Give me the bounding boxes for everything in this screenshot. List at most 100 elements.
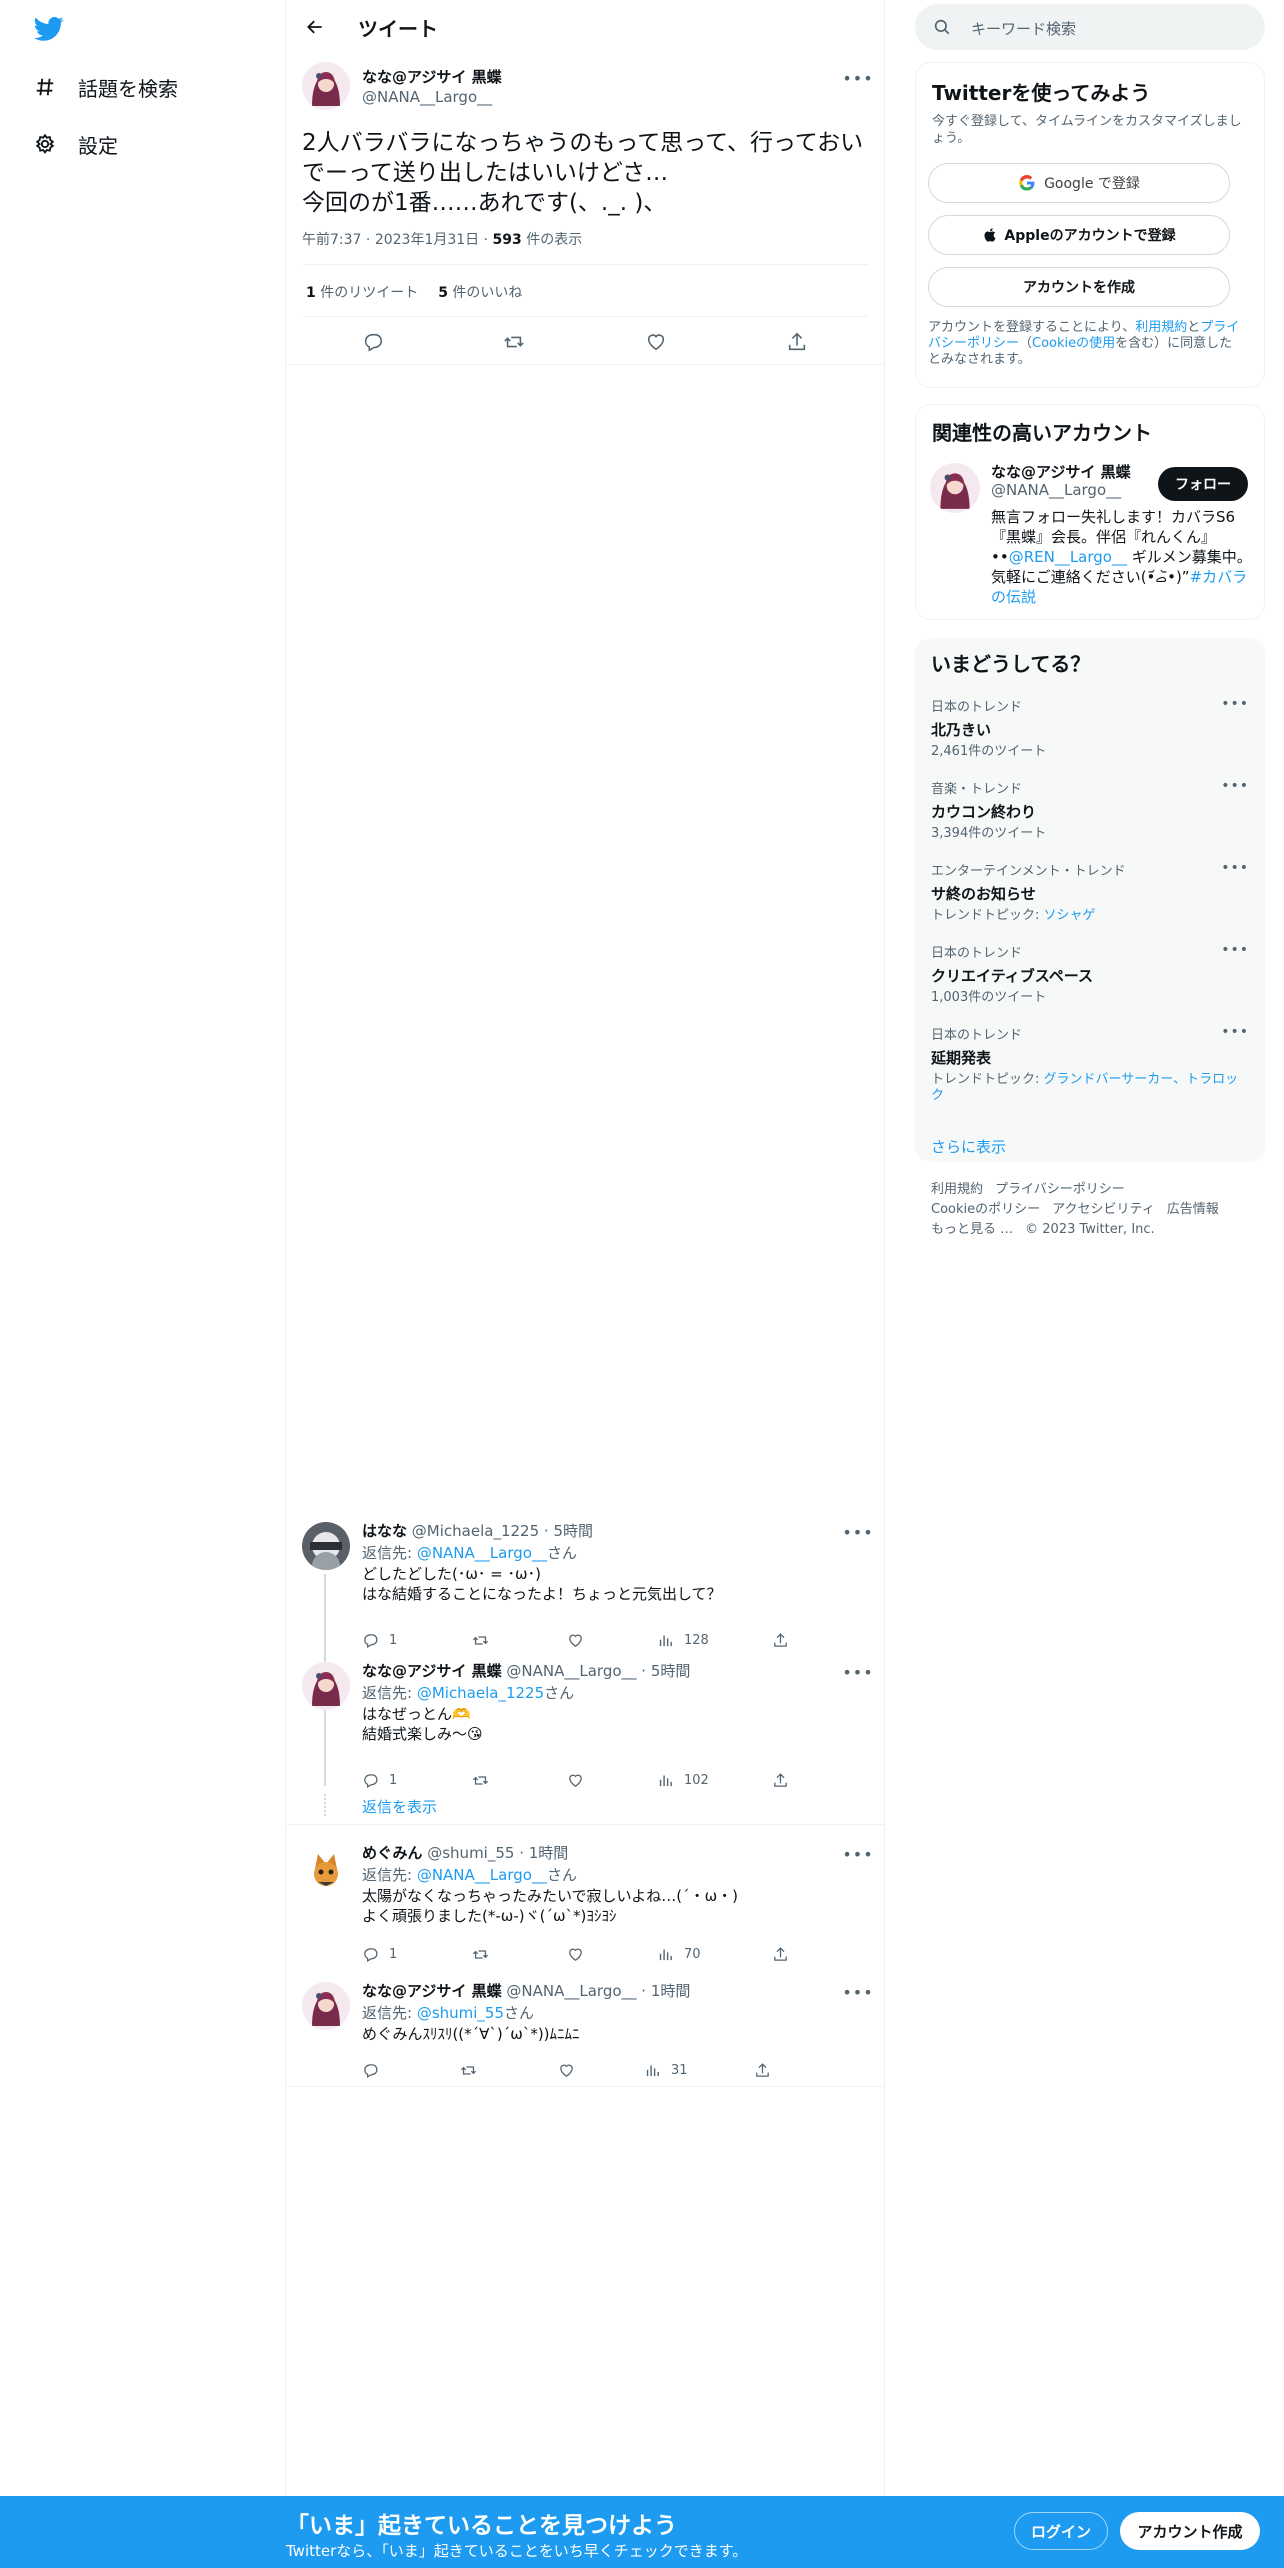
show-more-link[interactable]: さらに表示 xyxy=(931,1136,1006,1157)
search-box[interactable]: キーワード検索 xyxy=(915,4,1265,50)
cookie-link[interactable]: Cookieの使用 xyxy=(1032,336,1115,351)
like-button[interactable] xyxy=(567,1632,657,1649)
related-avatar[interactable] xyxy=(930,463,980,513)
nav-explore[interactable]: 話題を検索 xyxy=(32,67,178,107)
reply-avatar[interactable] xyxy=(302,1982,350,2030)
footer-cookie[interactable]: Cookieのポリシー xyxy=(931,1202,1040,1217)
trend-item[interactable]: 日本のトレンド 北乃きい 2,461件のツイート ••• xyxy=(931,696,1249,760)
reply-handle[interactable]: @Michaela_1225 xyxy=(412,1522,539,1540)
signup-button[interactable]: アカウント作成 xyxy=(1120,2512,1260,2550)
views-button[interactable]: 102 xyxy=(657,1772,772,1789)
retweet-icon xyxy=(472,1635,489,1645)
reply-time[interactable]: 1時間 xyxy=(529,1844,569,1862)
reply-avatar[interactable] xyxy=(302,1522,350,1570)
reply-author-name[interactable]: めぐみん xyxy=(362,1844,422,1862)
more-options-icon[interactable]: ••• xyxy=(842,1980,872,2004)
reply-time[interactable]: 5時間 xyxy=(651,1662,691,1680)
views-button[interactable]: 128 xyxy=(657,1632,772,1649)
reply-handle[interactable]: @NANA__Largo__ xyxy=(506,1662,636,1680)
back-arrow-icon[interactable] xyxy=(300,12,330,42)
trend-sub-link[interactable]: ソシャゲ xyxy=(1044,908,1096,923)
share-icon[interactable] xyxy=(777,322,817,362)
reply-button[interactable] xyxy=(362,2062,460,2079)
reply-to-handle[interactable]: @NANA__Largo__ xyxy=(417,1866,547,1884)
more-options-icon[interactable]: ••• xyxy=(1221,1024,1249,1040)
reply-time[interactable]: 1時間 xyxy=(651,1982,691,2000)
login-button[interactable]: ログイン xyxy=(1014,2512,1108,2550)
related-handle[interactable]: @NANA__Largo__ xyxy=(991,481,1121,499)
reply-author-name[interactable]: なな@アジサイ 黒蝶 xyxy=(362,1662,502,1680)
like-button[interactable] xyxy=(558,2062,644,2079)
reply-button[interactable]: 1 xyxy=(362,1946,472,1963)
related-name[interactable]: なな@アジサイ 黒蝶 xyxy=(991,461,1131,482)
trend-item[interactable]: 音楽・トレンド カウコン終わり 3,394件のツイート ••• xyxy=(931,778,1249,842)
retweet-icon[interactable] xyxy=(494,322,534,362)
trend-item[interactable]: エンターテインメント・トレンド サ終のお知らせ トレンドトピック: ソシャゲ •… xyxy=(931,860,1249,924)
tweet-date[interactable]: 2023年1月31日 xyxy=(375,232,479,248)
nav-settings[interactable]: 設定 xyxy=(32,124,118,164)
bio-mention[interactable]: @REN__Largo__ xyxy=(1009,548,1127,566)
reply-to-prefix: 返信先: xyxy=(362,1684,417,1702)
reply-avatar[interactable] xyxy=(302,1844,350,1892)
reply-icon[interactable] xyxy=(353,322,393,362)
more-options-icon[interactable]: ••• xyxy=(1221,696,1249,712)
tweet-author-name[interactable]: なな@アジサイ 黒蝶 xyxy=(362,66,502,87)
trend-title: クリエイティブスペース xyxy=(931,967,1094,985)
reply-author-name[interactable]: なな@アジサイ 黒蝶 xyxy=(362,1982,502,2000)
more-options-icon[interactable]: ••• xyxy=(1221,778,1249,794)
trend-item[interactable]: 日本のトレンド 延期発表 トレンドトピック: グランドバーサーカー、トラロック … xyxy=(931,1024,1249,1104)
more-options-icon[interactable]: ••• xyxy=(842,1842,872,1866)
share-button[interactable] xyxy=(772,1946,799,1963)
more-options-icon[interactable]: ••• xyxy=(842,1660,872,1684)
like-button[interactable] xyxy=(567,1772,657,1789)
footer-privacy[interactable]: プライバシーポリシー xyxy=(995,1182,1125,1197)
reply-avatar[interactable] xyxy=(302,1662,350,1710)
footer-more[interactable]: もっと見る … xyxy=(931,1222,1013,1237)
reply-item: はなな @Michaela_1225 · 5時間 ••• 返信先: @NANA_… xyxy=(286,1520,884,1648)
share-button[interactable] xyxy=(772,1772,799,1789)
views-button[interactable]: 70 xyxy=(657,1946,772,1963)
tweet-author-handle[interactable]: @NANA__Largo__ xyxy=(362,88,492,106)
share-button[interactable] xyxy=(772,1632,799,1649)
more-options-icon[interactable]: ••• xyxy=(1221,942,1249,958)
reply-handle[interactable]: @shumi_55 xyxy=(427,1844,514,1862)
divider xyxy=(286,2086,884,2087)
views-button[interactable]: 31 xyxy=(644,2062,754,2079)
reply-time[interactable]: 5時間 xyxy=(553,1522,593,1540)
twitter-logo-icon[interactable] xyxy=(32,14,66,44)
reply-author-name[interactable]: はなな xyxy=(362,1522,407,1540)
apple-signup-button[interactable]: Appleのアカウントで登録 xyxy=(928,215,1230,255)
trend-item[interactable]: 日本のトレンド クリエイティブスペース 1,003件のツイート ••• xyxy=(931,942,1249,1006)
like-button[interactable] xyxy=(567,1946,657,1963)
google-signup-button[interactable]: Google で登録 xyxy=(928,163,1230,203)
footer-ads[interactable]: 広告情報 xyxy=(1167,1202,1219,1217)
more-options-icon[interactable]: ••• xyxy=(842,1520,872,1544)
reply-to: 返信先: @NANA__Largo__さん xyxy=(362,1864,577,1885)
related-title: 関連性の高いアカウント xyxy=(932,421,1152,445)
like-heart-icon[interactable] xyxy=(636,322,676,362)
tweet-author-avatar[interactable] xyxy=(302,62,350,110)
reply-to-handle[interactable]: @Michaela_1225 xyxy=(417,1684,544,1702)
reply-handle[interactable]: @NANA__Largo__ xyxy=(506,1982,636,2000)
terms-link[interactable]: 利用規約 xyxy=(1135,320,1187,335)
retweet-button[interactable] xyxy=(472,1946,567,1963)
reply-to-handle[interactable]: @shumi_55 xyxy=(417,2004,504,2022)
share-button[interactable] xyxy=(754,2062,781,2079)
retweet-button[interactable] xyxy=(460,2062,558,2079)
reply-to-handle[interactable]: @NANA__Largo__ xyxy=(417,1544,547,1562)
more-options-icon[interactable]: ••• xyxy=(1221,860,1249,876)
footer-accessibility[interactable]: アクセシビリティ xyxy=(1052,1202,1155,1217)
reply-button[interactable]: 1 xyxy=(362,1772,472,1789)
tweet-time[interactable]: 午前7:37 xyxy=(302,232,361,248)
like-stat[interactable]: 5 件のいいね xyxy=(438,282,522,302)
create-account-button[interactable]: アカウントを作成 xyxy=(928,267,1230,307)
retweet-button[interactable] xyxy=(472,1772,567,1789)
retweet-button[interactable] xyxy=(472,1632,567,1649)
follow-button[interactable]: フォロー xyxy=(1158,467,1248,501)
retweet-stat[interactable]: 1 件のリツイート xyxy=(306,282,418,302)
reply-button[interactable]: 1 xyxy=(362,1632,472,1649)
footer-terms[interactable]: 利用規約 xyxy=(931,1182,983,1197)
show-replies-link[interactable]: 返信を表示 xyxy=(362,1796,437,1817)
trends-panel: いまどうしてる？ 日本のトレンド 北乃きい 2,461件のツイート ••• 音楽… xyxy=(915,638,1265,1162)
more-options-icon[interactable]: ••• xyxy=(842,66,872,90)
